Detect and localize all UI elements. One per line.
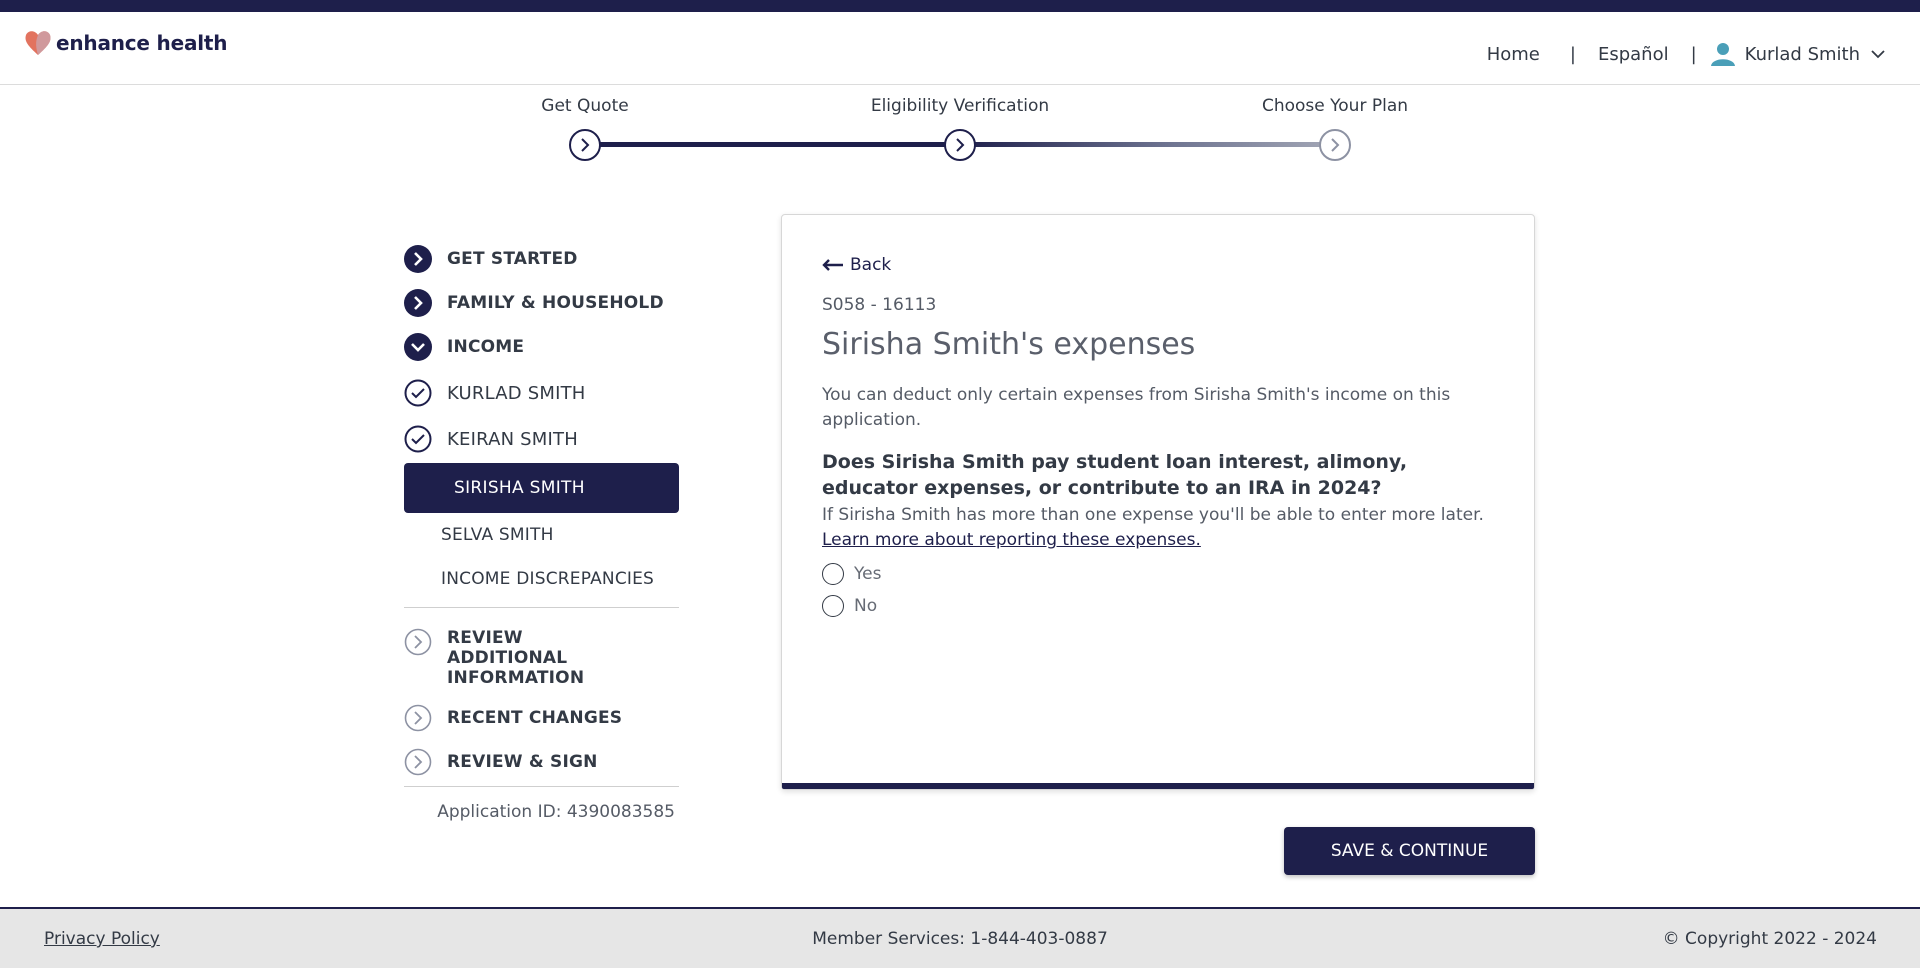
- sidebar-divider: [404, 786, 679, 787]
- chevron-right-circle-outline-icon: [404, 704, 432, 732]
- sidebar-label: REVIEW ADDITIONAL INFORMATION: [447, 628, 585, 688]
- brand-name: enhance health: [56, 31, 228, 55]
- chevron-down-icon: [1871, 50, 1885, 59]
- card-bottom-bar: [782, 783, 1534, 789]
- home-link[interactable]: Home: [1487, 44, 1540, 65]
- chevron-right-icon: [1331, 138, 1340, 152]
- step-label-eligibility: Eligibility Verification: [870, 96, 1050, 116]
- sidebar-label: KEIRAN SMITH: [447, 428, 578, 450]
- sidebar-item-selva-smith[interactable]: SELVA SMITH: [404, 513, 679, 557]
- sidebar-label: FAMILY & HOUSEHOLD: [447, 293, 664, 313]
- chevron-right-circle-outline-icon: [404, 628, 432, 656]
- top-accent-bar: [0, 0, 1920, 12]
- sidebar-label: REVIEW & SIGN: [447, 752, 598, 772]
- application-id: Application ID: 4390083585: [437, 802, 675, 822]
- radio-no-label: No: [854, 596, 878, 616]
- sidebar-label: KURLAD SMITH: [447, 382, 586, 404]
- user-name: Kurlad Smith: [1744, 43, 1860, 65]
- save-continue-button[interactable]: SAVE & CONTINUE: [1284, 827, 1535, 875]
- heart-logo-icon: [25, 31, 51, 55]
- chevron-right-circle-icon: [404, 245, 432, 273]
- check-circle-icon: [404, 425, 432, 453]
- sidebar-divider: [404, 607, 679, 608]
- sidebar-item-sirisha-smith-active[interactable]: SIRISHA SMITH: [404, 463, 679, 513]
- step-node-choose-plan: [1319, 129, 1351, 161]
- sidebar-label: SIRISHA SMITH: [454, 478, 585, 498]
- sidebar-label: SELVA SMITH: [441, 525, 554, 545]
- sidebar-item-review-additional[interactable]: REVIEW ADDITIONAL INFORMATION: [404, 628, 679, 688]
- sidebar-item-recent-changes[interactable]: RECENT CHANGES: [404, 704, 679, 732]
- step-label-get-quote: Get Quote: [541, 96, 629, 116]
- sidebar-item-get-started[interactable]: GET STARTED: [404, 245, 679, 273]
- step-node-get-quote[interactable]: [569, 129, 601, 161]
- sidebar-label: RECENT CHANGES: [447, 708, 623, 728]
- user-menu[interactable]: Kurlad Smith: [1710, 42, 1886, 66]
- sidebar-label: INCOME DISCREPANCIES: [441, 569, 655, 589]
- sidebar-item-income[interactable]: INCOME: [404, 333, 679, 361]
- user-avatar-icon: [1710, 43, 1735, 66]
- radio-option-yes[interactable]: Yes: [822, 563, 881, 585]
- back-label: Back: [850, 255, 892, 275]
- chevron-down-circle-icon: [404, 333, 432, 361]
- step-label-choose-plan: Choose Your Plan: [1261, 96, 1409, 116]
- page-title: Sirisha Smith's expenses: [822, 327, 1196, 362]
- question-hint: If Sirisha Smith has more than one expen…: [822, 505, 1484, 525]
- chevron-right-circle-icon: [404, 289, 432, 317]
- site-footer: Privacy Policy Member Services: 1-844-40…: [0, 907, 1920, 968]
- chevron-right-icon: [956, 138, 965, 152]
- arrow-left-icon: [822, 259, 843, 271]
- back-link[interactable]: Back: [822, 255, 891, 275]
- screen-code: S058 - 16113: [822, 295, 937, 315]
- sidebar-item-family-household[interactable]: FAMILY & HOUSEHOLD: [404, 289, 679, 317]
- application-sidebar: GET STARTED FAMILY & HOUSEHOLD INCOME KU…: [404, 245, 679, 822]
- privacy-policy-link[interactable]: Privacy Policy: [44, 929, 160, 949]
- radio-option-no[interactable]: No: [822, 595, 877, 617]
- chevron-right-icon: [581, 138, 590, 152]
- sidebar-label: GET STARTED: [447, 249, 578, 269]
- nav-separator: |: [1569, 43, 1576, 65]
- sidebar-label: INCOME: [447, 337, 525, 357]
- brand-logo[interactable]: enhance health: [24, 30, 228, 56]
- radio-yes[interactable]: [822, 563, 844, 585]
- expenses-card: Back S058 - 16113 Sirisha Smith's expens…: [781, 214, 1535, 790]
- member-services: Member Services: 1-844-403-0887: [812, 929, 1108, 949]
- progress-track-complete: [585, 142, 960, 147]
- header-nav: Home | Español | Kurlad Smith: [1487, 42, 1886, 66]
- nav-separator: |: [1690, 43, 1697, 65]
- radio-yes-label: Yes: [854, 564, 882, 584]
- sidebar-item-review-sign[interactable]: REVIEW & SIGN: [404, 748, 679, 776]
- language-link[interactable]: Español: [1598, 44, 1669, 65]
- progress-stepper: Get Quote Eligibility Verification Choos…: [0, 85, 1920, 165]
- sidebar-item-kurlad-smith[interactable]: KURLAD SMITH: [404, 379, 679, 407]
- progress-track-pending: [960, 142, 1335, 147]
- page-description: You can deduct only certain expenses fro…: [822, 385, 1451, 430]
- expense-question: Does Sirisha Smith pay student loan inte…: [822, 451, 1408, 499]
- copyright: © Copyright 2022 - 2024: [1662, 929, 1877, 949]
- sidebar-item-income-discrepancies[interactable]: INCOME DISCREPANCIES: [404, 557, 679, 601]
- radio-no[interactable]: [822, 595, 844, 617]
- chevron-right-circle-outline-icon: [404, 748, 432, 776]
- step-node-eligibility[interactable]: [944, 129, 976, 161]
- site-header: enhance health Home | Español | Kurlad S…: [0, 12, 1920, 85]
- learn-more-link[interactable]: Learn more about reporting these expense…: [822, 530, 1201, 550]
- sidebar-item-keiran-smith[interactable]: KEIRAN SMITH: [404, 425, 679, 453]
- check-circle-icon: [404, 379, 432, 407]
